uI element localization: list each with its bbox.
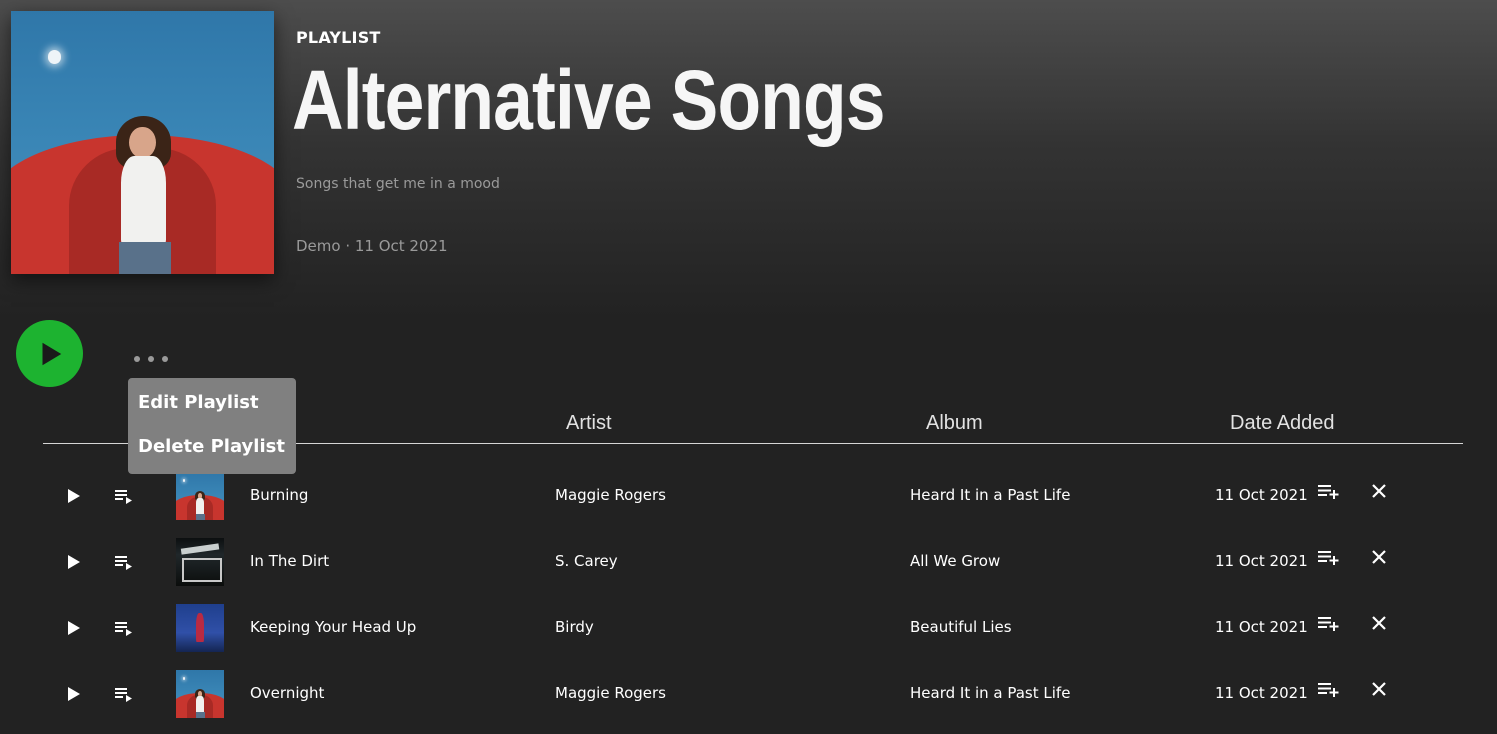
track-date-added: 11 Oct 2021: [1215, 618, 1308, 636]
playlist-add-icon: [1318, 617, 1339, 631]
track-album: Heard It in a Past Life: [910, 684, 1071, 702]
track-album-art: [176, 670, 224, 718]
delete-playlist-menu-item[interactable]: Delete Playlist: [138, 436, 285, 457]
playlist-options-menu: Edit Playlist Delete Playlist: [128, 378, 296, 474]
play-icon: [42, 342, 61, 365]
queue-music-icon: [115, 688, 132, 702]
play-icon: [68, 621, 80, 635]
playlist-add-icon: [1318, 683, 1339, 697]
add-to-playlist-button[interactable]: [1316, 678, 1340, 700]
play-icon: [68, 555, 80, 569]
queue-music-icon: [115, 622, 132, 636]
playlist-add-icon: [1318, 485, 1339, 499]
more-dot: [162, 356, 168, 362]
more-options-button[interactable]: [126, 346, 176, 372]
track-date-added: 11 Oct 2021: [1215, 486, 1308, 504]
track-album: Beautiful Lies: [910, 618, 1012, 636]
more-dot: [148, 356, 154, 362]
header-date-added: Date Added: [1230, 412, 1335, 434]
add-to-queue-button[interactable]: [112, 684, 134, 704]
play-track-button[interactable]: [64, 618, 84, 638]
track-date-added: 11 Oct 2021: [1215, 684, 1308, 702]
add-to-playlist-button[interactable]: [1316, 546, 1340, 568]
add-to-queue-button[interactable]: [112, 486, 134, 506]
queue-music-icon: [115, 556, 132, 570]
remove-track-button[interactable]: [1368, 678, 1390, 700]
play-icon: [68, 489, 80, 503]
close-icon: [1372, 550, 1386, 564]
track-artist: Maggie Rogers: [555, 684, 666, 702]
play-icon: [68, 687, 80, 701]
track-title: In The Dirt: [250, 552, 330, 570]
track-title: Overnight: [250, 684, 325, 702]
playlist-description: Songs that get me in a mood: [296, 176, 500, 192]
close-icon: [1372, 616, 1386, 630]
remove-track-button[interactable]: [1368, 480, 1390, 502]
playlist-meta: Demo · 11 Oct 2021: [296, 237, 448, 255]
header-artist: Artist: [566, 412, 612, 434]
track-album-art: [176, 538, 224, 586]
track-artist: Birdy: [555, 618, 594, 636]
add-to-queue-button[interactable]: [112, 552, 134, 572]
track-title: Burning: [250, 486, 309, 504]
table-row: In The Dirt S. Carey All We Grow 11 Oct …: [0, 528, 1497, 594]
more-horizontal-icon: [134, 356, 140, 362]
remove-track-button[interactable]: [1368, 546, 1390, 568]
play-playlist-button[interactable]: [16, 320, 83, 387]
add-to-queue-button[interactable]: [112, 618, 134, 638]
track-album: All We Grow: [910, 552, 1001, 570]
playlist-title: Alternative Songs: [292, 53, 885, 147]
track-title: Keeping Your Head Up: [250, 618, 417, 636]
playlist-add-icon: [1318, 551, 1339, 565]
track-artist: Maggie Rogers: [555, 486, 666, 504]
close-icon: [1372, 682, 1386, 696]
track-artist: S. Carey: [555, 552, 618, 570]
header-album: Album: [926, 412, 983, 434]
play-track-button[interactable]: [64, 684, 84, 704]
remove-track-button[interactable]: [1368, 612, 1390, 634]
track-date-added: 11 Oct 2021: [1215, 552, 1308, 570]
table-row: Keeping Your Head Up Birdy Beautiful Lie…: [0, 594, 1497, 660]
track-album-art: [176, 472, 224, 520]
add-to-playlist-button[interactable]: [1316, 612, 1340, 634]
track-album: Heard It in a Past Life: [910, 486, 1071, 504]
table-row: Overnight Maggie Rogers Heard It in a Pa…: [0, 660, 1497, 726]
playlist-cover-art: [11, 11, 274, 274]
edit-playlist-menu-item[interactable]: Edit Playlist: [138, 392, 259, 413]
play-track-button[interactable]: [64, 486, 84, 506]
add-to-playlist-button[interactable]: [1316, 480, 1340, 502]
close-icon: [1372, 484, 1386, 498]
playlist-type-label: PLAYLIST: [296, 28, 381, 47]
queue-music-icon: [115, 490, 132, 504]
play-track-button[interactable]: [64, 552, 84, 572]
track-album-art: [176, 604, 224, 652]
